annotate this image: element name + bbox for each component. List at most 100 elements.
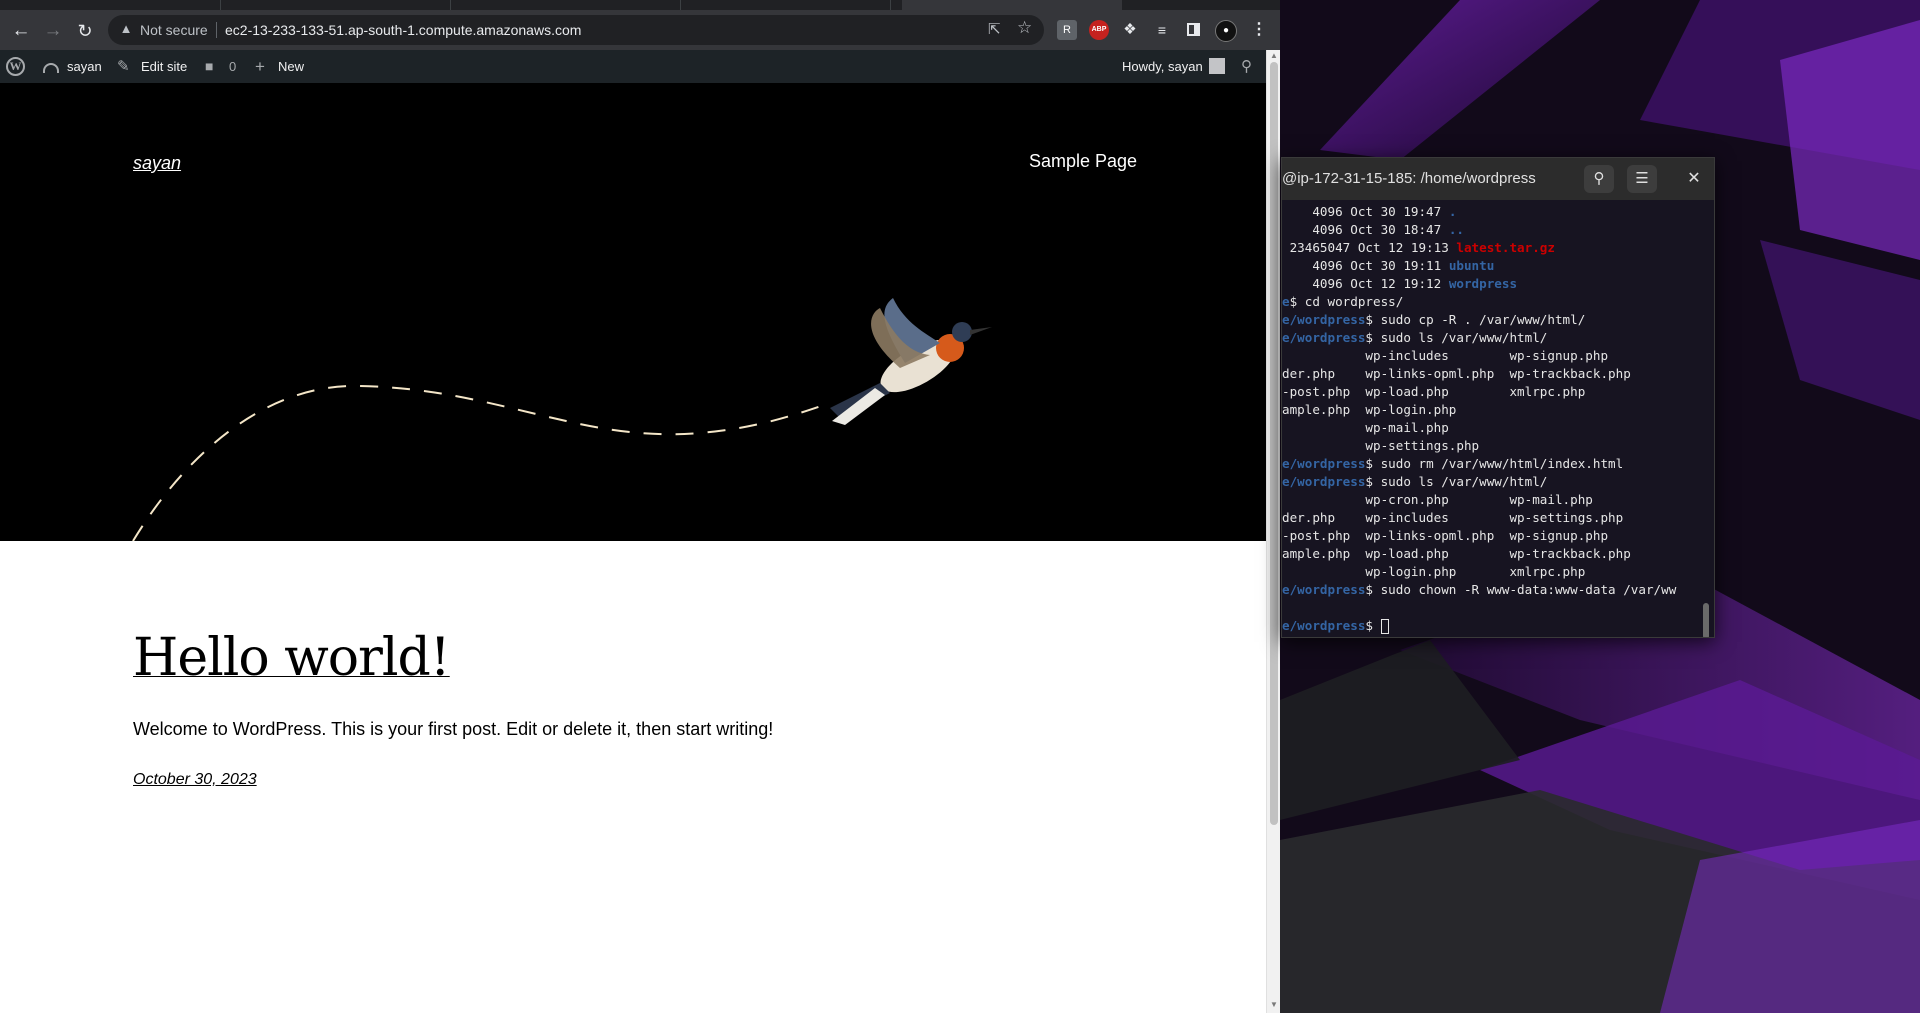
terminal-text: 4096 Oct 30 18:47 (1282, 222, 1449, 237)
post-title[interactable]: Hello world! (133, 628, 451, 688)
comments-count[interactable]: 0 (229, 50, 236, 83)
terminal-close-icon[interactable]: ✕ (1680, 165, 1708, 193)
wordpress-logo-icon[interactable]: W (6, 57, 25, 76)
terminal-line: wp-includes wp-signup.php (1282, 347, 1702, 365)
adblock-plus-icon[interactable]: ABP (1089, 20, 1109, 40)
terminal-text: e/wordpress (1282, 582, 1366, 597)
terminal-menu-icon[interactable]: ☰ (1627, 165, 1657, 193)
terminal-text: $ sudo cp -R . /var/www/html/ (1365, 312, 1586, 327)
new-content-link[interactable]: New (278, 50, 304, 83)
terminal-line: e/wordpress$ sudo chown -R www-data:www-… (1282, 581, 1702, 599)
page-scrollbar[interactable]: ▲ ▼ (1266, 50, 1280, 1013)
terminal-line: e$ cd wordpress/ (1282, 293, 1702, 311)
post-date[interactable]: October 30, 2023 (133, 771, 257, 789)
terminal-line: e/wordpress$ sudo ls /var/www/html/ (1282, 329, 1702, 347)
hero-header: sayan Sample Page (0, 83, 1266, 541)
terminal-text: ample.php wp-load.php wp-trackback.php (1282, 546, 1631, 561)
scroll-down-icon[interactable]: ▼ (1270, 1001, 1278, 1009)
comments-icon[interactable]: ■ (205, 50, 213, 83)
tab-strip[interactable] (0, 0, 1280, 10)
terminal-text: ubuntu (1448, 258, 1495, 273)
browser-window: ← → ↻ ▲ Not secure ec2-13-233-133-51.ap-… (0, 0, 1280, 1013)
terminal-line: wp-cron.php wp-mail.php (1282, 491, 1702, 509)
user-avatar[interactable] (1209, 58, 1225, 74)
bookmark-star-icon[interactable]: ☆ (1017, 18, 1032, 38)
terminal-text: wp-includes wp-signup.php (1282, 348, 1609, 363)
edit-pencil-icon[interactable]: ✎ (117, 50, 130, 83)
terminal-line: -post.php wp-load.php xmlrpc.php (1282, 383, 1702, 401)
terminal-text: .. (1448, 222, 1464, 237)
terminal-line: 4096 Oct 30 18:47 .. (1282, 221, 1702, 239)
dashboard-icon[interactable] (43, 50, 59, 83)
terminal-line: e/wordpress$ sudo cp -R . /var/www/html/ (1282, 311, 1702, 329)
terminal-line: wp-mail.php (1282, 419, 1702, 437)
howdy-user[interactable]: Howdy, sayan (1122, 50, 1203, 83)
address-bar[interactable]: ▲ Not secure ec2-13-233-133-51.ap-south-… (108, 15, 1044, 45)
url-text[interactable]: ec2-13-233-133-51.ap-south-1.compute.ama… (225, 22, 581, 38)
share-icon[interactable]: ⇱ (988, 20, 1001, 38)
terminal-window[interactable]: @ip-172-31-15-185: /home/wordpress ⚲ ☰ ✕… (1281, 157, 1715, 638)
terminal-text: e/wordpress (1282, 618, 1366, 633)
site-title[interactable]: sayan (133, 153, 181, 174)
profile-avatar-icon[interactable]: ● (1215, 20, 1237, 42)
edit-site-link[interactable]: Edit site (141, 50, 187, 83)
terminal-line: ample.php wp-login.php (1282, 401, 1702, 419)
side-panel-icon[interactable] (1184, 20, 1204, 40)
security-label[interactable]: Not secure (140, 22, 208, 38)
terminal-text: latest.tar.gz (1456, 240, 1555, 255)
terminal-title: @ip-172-31-15-185: /home/wordpress (1282, 170, 1536, 187)
terminal-text: $ sudo rm /var/www/html/index.html (1365, 456, 1624, 471)
reader-icon[interactable]: R (1057, 20, 1077, 40)
terminal-text: -post.php wp-links-opml.php wp-signup.ph… (1282, 528, 1609, 543)
terminal-output[interactable]: 4096 Oct 30 19:47 . 4096 Oct 30 18:47 ..… (1282, 203, 1702, 635)
back-icon[interactable]: ← (8, 18, 34, 44)
terminal-search-icon[interactable]: ⚲ (1584, 165, 1614, 193)
reload-icon[interactable]: ↻ (72, 18, 98, 44)
terminal-text: 4096 Oct 30 19:11 (1282, 258, 1449, 273)
scroll-thumb[interactable] (1270, 62, 1278, 825)
wp-admin-bar: W sayan ✎ Edit site ■ 0 + New Howdy, say… (0, 50, 1266, 83)
terminal-line: 4096 Oct 30 19:47 . (1282, 203, 1702, 221)
search-icon[interactable]: ⚲ (1241, 50, 1252, 83)
terminal-text: 4096 Oct 12 19:12 (1282, 276, 1449, 291)
admin-site-name[interactable]: sayan (67, 50, 102, 83)
terminal-line: wp-login.php xmlrpc.php (1282, 563, 1702, 581)
terminal-line: e/wordpress$ sudo ls /var/www/html/ (1282, 473, 1702, 491)
terminal-text: e/wordpress (1282, 330, 1366, 345)
warning-icon[interactable]: ▲ (118, 21, 134, 37)
terminal-text: e/wordpress (1282, 474, 1366, 489)
terminal-text: -post.php wp-load.php xmlrpc.php (1282, 384, 1586, 399)
plus-icon[interactable]: + (255, 50, 265, 83)
terminal-text: wp-settings.php (1282, 438, 1480, 453)
scroll-up-icon[interactable]: ▲ (1270, 52, 1278, 60)
terminal-titlebar[interactable]: @ip-172-31-15-185: /home/wordpress ⚲ ☰ ✕ (1282, 158, 1714, 200)
terminal-text: e/wordpress (1282, 312, 1366, 327)
terminal-line: 4096 Oct 30 19:11 ubuntu (1282, 257, 1702, 275)
terminal-text: $ sudo ls /var/www/html/ (1365, 474, 1548, 489)
nav-item-sample-page[interactable]: Sample Page (1029, 151, 1137, 172)
terminal-line: e/wordpress$ sudo rm /var/www/html/index… (1282, 455, 1702, 473)
extensions-puzzle-icon[interactable]: ❖ (1120, 20, 1140, 40)
terminal-text: $ sudo ls /var/www/html/ (1365, 330, 1548, 345)
terminal-text: wp-mail.php (1282, 420, 1449, 435)
terminal-scrollbar[interactable] (1703, 603, 1709, 637)
terminal-text: $ cd wordpress/ (1289, 294, 1404, 309)
terminal-line: -post.php wp-links-opml.php wp-signup.ph… (1282, 527, 1702, 545)
terminal-line: ample.php wp-load.php wp-trackback.php (1282, 545, 1702, 563)
post-excerpt: Welcome to WordPress. This is your first… (133, 719, 774, 739)
terminal-text: $ (1365, 618, 1381, 633)
terminal-text: wordpress (1448, 276, 1518, 291)
bird-icon (830, 298, 992, 425)
terminal-text: $ sudo chown -R www-data:www-data /var/w… (1365, 582, 1677, 597)
terminal-line: 4096 Oct 12 19:12 wordpress (1282, 275, 1702, 293)
divider (216, 22, 217, 38)
forward-icon[interactable]: → (40, 18, 66, 44)
tab-active[interactable] (902, 0, 1122, 10)
terminal-line: wp-settings.php (1282, 437, 1702, 455)
kebab-menu-icon[interactable]: ⋮ (1249, 20, 1269, 40)
terminal-text: 4096 Oct 30 19:47 (1282, 204, 1449, 219)
terminal-text: wp-login.php xmlrpc.php (1282, 564, 1586, 579)
terminal-text: ample.php wp-login.php (1282, 402, 1457, 417)
media-queue-icon[interactable]: ≡ (1152, 20, 1172, 40)
